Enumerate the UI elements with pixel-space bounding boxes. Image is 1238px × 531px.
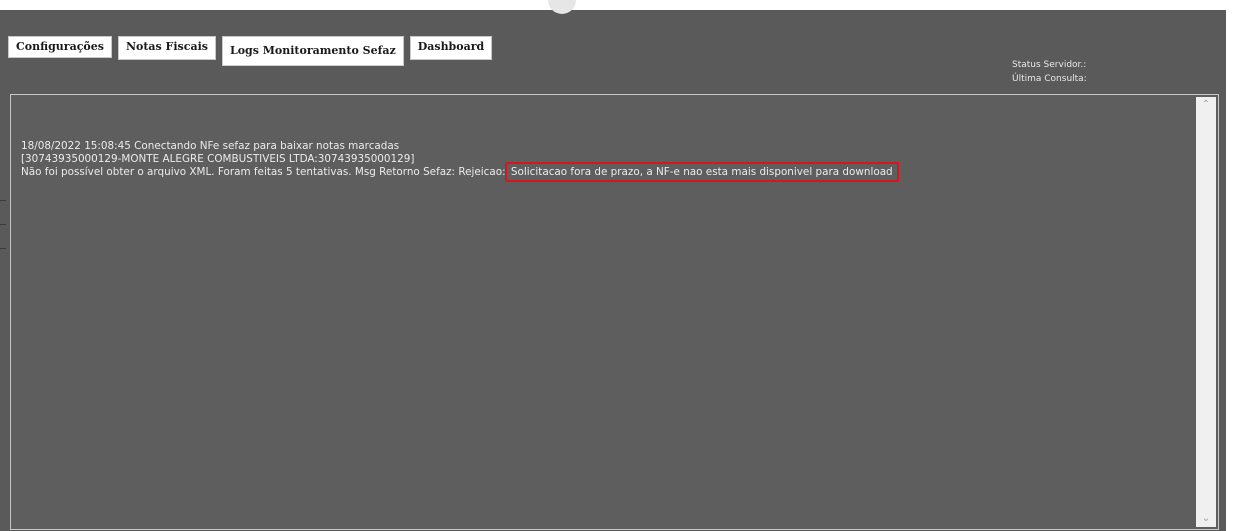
- app-window: Configurações Notas Fiscais Logs Monitor…: [0, 10, 1226, 531]
- log-line: 18/08/2022 15:08:45 Conectando NFe sefaz…: [21, 140, 400, 152]
- log-line: Não foi possível obter o arquivo XML. Fo…: [21, 162, 899, 182]
- vertical-scrollbar[interactable]: ⌃ ⌄: [1196, 97, 1216, 527]
- log-textarea[interactable]: 18/08/2022 15:08:45 Conectando NFe sefaz…: [10, 94, 1219, 530]
- right-edge-strip: [1226, 0, 1238, 531]
- log-line-prefix: Não foi possível obter o arquivo XML. Fo…: [21, 166, 509, 178]
- tab-logs-monitoramento-sefaz[interactable]: Logs Monitoramento Sefaz: [221, 36, 404, 66]
- log-content: 18/08/2022 15:08:45 Conectando NFe sefaz…: [21, 140, 899, 182]
- highlighted-error-message: Solicitacao fora de prazo, a NF-e nao es…: [504, 162, 899, 182]
- tab-configuracoes[interactable]: Configurações: [8, 36, 112, 58]
- ultima-consulta-label: Última Consulta:: [1012, 74, 1087, 84]
- chevron-down-icon[interactable]: ⌄: [1196, 511, 1216, 527]
- status-panel: Status Servidor.: Última Consulta:: [1012, 58, 1087, 86]
- tab-bar: Configurações Notas Fiscais Logs Monitor…: [8, 36, 493, 66]
- tab-dashboard[interactable]: Dashboard: [409, 36, 493, 60]
- status-servidor-label: Status Servidor.:: [1012, 60, 1087, 70]
- tab-notas-fiscais[interactable]: Notas Fiscais: [117, 36, 216, 60]
- chevron-up-icon[interactable]: ⌃: [1196, 97, 1216, 113]
- log-line: [30743935000129-MONTE ALEGRE COMBUSTIVEI…: [21, 153, 415, 165]
